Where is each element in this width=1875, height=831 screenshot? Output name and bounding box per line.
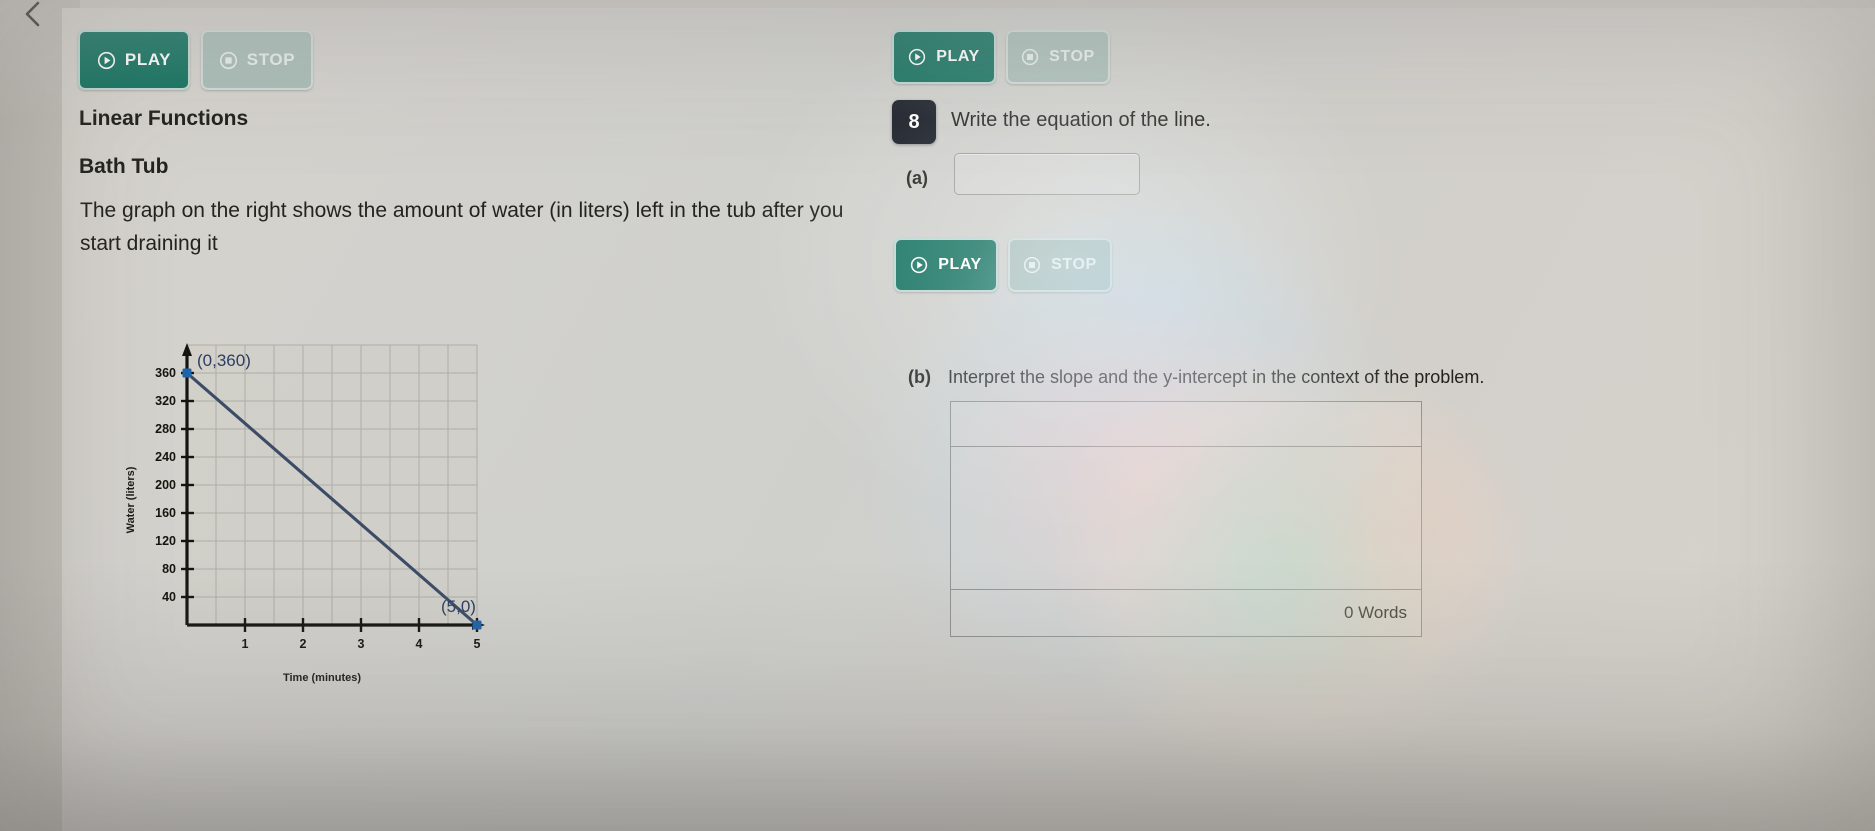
question-stem: Write the equation of the line. <box>951 109 1211 131</box>
part-a-answer-input[interactable] <box>954 153 1140 195</box>
question-number-badge: 8 <box>892 100 936 144</box>
data-point-marker-start <box>182 368 192 378</box>
stop-label-top-left: STOP <box>246 50 296 69</box>
stop-button-top-left[interactable]: STOP <box>201 30 313 90</box>
editor-textarea[interactable] <box>951 447 1421 590</box>
play-icon <box>910 256 929 275</box>
data-point-marker-end <box>472 620 482 630</box>
lesson-topic: Linear Functions <box>79 107 249 130</box>
x-tick-label: 1 <box>242 637 249 651</box>
play-label-mid-right: PLAY <box>938 256 982 273</box>
y-tick-label: 160 <box>155 506 176 520</box>
y-tick-label: 200 <box>155 478 176 492</box>
part-b-answer-editor[interactable]: 0 Words <box>950 401 1422 637</box>
part-b-label: (b) <box>908 367 931 387</box>
play-button-top-right[interactable]: PLAY <box>892 30 996 84</box>
play-button-mid-right[interactable]: PLAY <box>894 238 998 292</box>
media-controls-mid-right: PLAY STOP <box>894 238 1112 292</box>
stop-icon <box>219 51 238 70</box>
play-icon <box>908 48 927 67</box>
x-tick-label: 5 <box>474 637 481 651</box>
x-tick-label: 2 <box>300 637 307 651</box>
play-icon <box>97 51 116 70</box>
play-label-top-left: PLAY <box>124 50 172 69</box>
y-tick-label: 360 <box>155 366 176 380</box>
annotation-start: (0,360) <box>197 351 251 370</box>
word-count: 0 Words <box>1344 603 1407 622</box>
media-controls-top-left: PLAY STOP <box>78 30 313 90</box>
y-axis-title: Water (liters) <box>125 466 137 533</box>
part-a-label: (a) <box>906 168 928 188</box>
lesson-prompt: The graph on the right shows the amount … <box>80 199 844 256</box>
stop-icon <box>1021 48 1040 67</box>
editor-toolbar[interactable] <box>951 402 1421 447</box>
part-b-text: Interpret the slope and the y-intercept … <box>948 367 1485 387</box>
y-tick-label: 80 <box>162 562 176 576</box>
stop-label-mid-right: STOP <box>1051 256 1097 273</box>
stop-icon <box>1023 256 1042 275</box>
stop-button-top-right[interactable]: STOP <box>1006 30 1110 84</box>
y-tick-label: 280 <box>155 422 176 436</box>
chevron-left-icon[interactable] <box>18 0 48 30</box>
y-tick-label: 320 <box>155 394 176 408</box>
x-axis-title: Time (minutes) <box>283 672 361 684</box>
y-tick-label: 240 <box>155 450 176 464</box>
y-tick-label: 120 <box>155 534 176 548</box>
lesson-title: Bath Tub <box>79 155 169 178</box>
annotation-end: (5,0) <box>441 597 476 616</box>
x-tick-label: 3 <box>358 637 365 651</box>
y-tick-label: 40 <box>162 590 176 604</box>
editor-footer: 0 Words <box>951 590 1421 636</box>
media-controls-top-right: PLAY STOP <box>892 30 1110 84</box>
screen-surface: PLAY STOP Linear Functions Bath Tub The … <box>0 0 1875 831</box>
stop-label-top-right: STOP <box>1049 48 1095 65</box>
stop-button-mid-right[interactable]: STOP <box>1008 238 1112 292</box>
x-tick-label: 4 <box>416 637 423 651</box>
play-label-top-right: PLAY <box>936 48 980 65</box>
play-button-top-left[interactable]: PLAY <box>78 30 190 90</box>
linear-function-graph: 40 80 120 160 200 240 280 320 360 1 2 3 … <box>125 343 485 684</box>
